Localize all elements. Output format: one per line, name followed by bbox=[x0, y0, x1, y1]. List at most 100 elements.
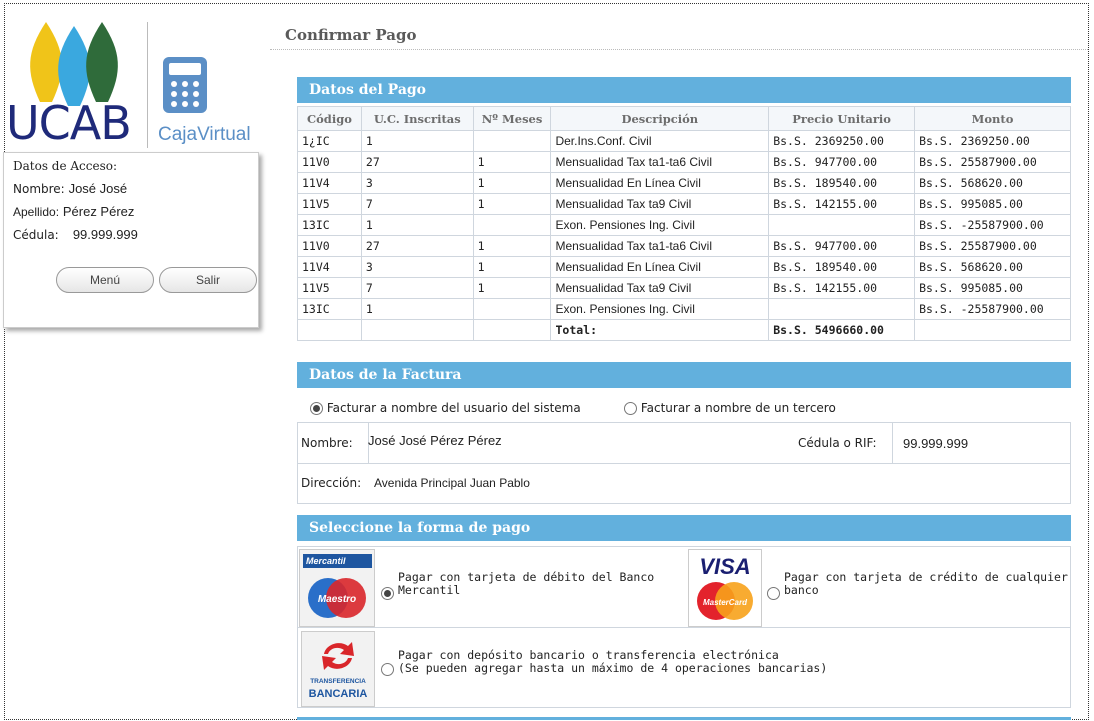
transfer-top-label: TRANSFERENCIA bbox=[310, 678, 366, 685]
cell-months: 1 bbox=[472, 172, 552, 194]
mercantil-maestro-logo-icon: Mercantil Maestro bbox=[299, 549, 375, 627]
cell-unit: Bs.S. 142155.00 bbox=[768, 277, 916, 299]
cell-desc: Der.Ins.Conf. Civil bbox=[550, 130, 770, 152]
cedula-label: Cédula: bbox=[13, 228, 59, 242]
exit-button[interactable]: Salir bbox=[159, 267, 257, 293]
ucab-wordmark: UCAB bbox=[6, 96, 132, 150]
col-header-descripcion: Descripción bbox=[550, 106, 770, 131]
cell-months bbox=[472, 214, 552, 236]
cell-amount: Bs.S. 568620.00 bbox=[914, 256, 1071, 278]
cell-unit: Bs.S. 947700.00 bbox=[768, 151, 916, 173]
cell-code: 1¿IC bbox=[297, 130, 362, 152]
invoice-option-third-label: Facturar a nombre de un tercero bbox=[640, 401, 836, 415]
radio-self[interactable] bbox=[310, 402, 323, 415]
cell-uc: 27 bbox=[360, 151, 474, 173]
invoice-nombre-label: Nombre: bbox=[301, 436, 353, 450]
title-divider bbox=[270, 49, 1088, 50]
col-header-uc: U.C. Inscritas bbox=[360, 106, 474, 131]
table-row: 11V5 7 1 Mensualidad Tax ta9 Civil Bs.S. 142… bbox=[297, 277, 1071, 299]
cell-uc: 1 bbox=[360, 298, 474, 320]
bottom-divider bbox=[297, 717, 1071, 720]
invoice-direccion-value: Avenida Principal Juan Pablo bbox=[374, 476, 530, 490]
invoice-cedula-value: 99.999.999 bbox=[903, 436, 969, 451]
radio-credit[interactable] bbox=[767, 583, 780, 602]
cell-months: 1 bbox=[472, 235, 552, 257]
col-header-monto: Monto bbox=[914, 106, 1071, 131]
cell-uc: 1 bbox=[360, 214, 474, 236]
invoice-nombre-value: José José Pérez Pérez bbox=[368, 433, 502, 448]
logo-divider bbox=[147, 22, 148, 148]
total-label: Total: bbox=[550, 319, 770, 341]
maestro-circles-icon: Maestro bbox=[308, 578, 366, 618]
radio-debit[interactable] bbox=[381, 583, 394, 602]
invoice-option-self-label: Facturar a nombre del usuario del sistem… bbox=[326, 401, 581, 415]
table-row: 11V5 7 1 Mensualidad Tax ta9 Civil Bs.S. 142… bbox=[297, 193, 1071, 215]
cell-amount: Bs.S. 25587900.00 bbox=[914, 151, 1071, 173]
cell-unit: Bs.S. 142155.00 bbox=[768, 193, 916, 215]
cell-uc: 7 bbox=[360, 193, 474, 215]
mastercard-text: MasterCard bbox=[703, 598, 748, 607]
payment-methods: Mercantil Maestro Pagar con tarjeta de d… bbox=[297, 546, 1071, 708]
cell-amount: Bs.S. 2369250.00 bbox=[914, 130, 1071, 152]
access-nombre-row: Nombre: José José bbox=[13, 181, 127, 196]
cell-code: 11V5 bbox=[297, 193, 362, 215]
cell-code: 11V0 bbox=[297, 151, 362, 173]
cell-amount: Bs.S. -25587900.00 bbox=[914, 298, 1071, 320]
calculator-icon bbox=[163, 57, 207, 113]
payments-table: Código U.C. Inscritas Nº Meses Descripci… bbox=[297, 106, 1071, 341]
table-row: 13IC 1 Exon. Pensiones Ing. Civil Bs.S. -25… bbox=[297, 298, 1071, 320]
cell-desc: Mensualidad Tax ta9 Civil bbox=[550, 277, 770, 299]
cell-code: 11V4 bbox=[297, 172, 362, 194]
table-row: 11V4 3 1 Mensualidad En Línea Civil Bs.S. 18… bbox=[297, 172, 1071, 194]
visa-mastercard-logo-icon: VISA MasterCard bbox=[688, 549, 762, 627]
cell-amount: Bs.S. 995085.00 bbox=[914, 277, 1071, 299]
section-payment-data: Datos del Pago bbox=[297, 77, 1071, 103]
cell-uc: 7 bbox=[360, 277, 474, 299]
cell-code: 11V0 bbox=[297, 235, 362, 257]
table-row: 11V0 27 1 Mensualidad Tax ta1-ta6 Civil Bs.S… bbox=[297, 151, 1071, 173]
transfer-option-text[interactable]: Pagar con depósito bancario o transferen… bbox=[398, 649, 827, 675]
transfer-logo-icon: TRANSFERENCIA BANCARIA bbox=[301, 631, 375, 707]
cell-desc: Mensualidad Tax ta1-ta6 Civil bbox=[550, 151, 770, 173]
cell-amount: Bs.S. -25587900.00 bbox=[914, 214, 1071, 236]
cell-uc: 3 bbox=[360, 172, 474, 194]
cell-amount: Bs.S. 995085.00 bbox=[914, 193, 1071, 215]
invoice-direccion-label: Dirección: bbox=[301, 476, 362, 490]
page-title: Confirmar Pago bbox=[285, 26, 417, 44]
radio-third[interactable] bbox=[624, 402, 637, 415]
cell-code: 11V4 bbox=[297, 256, 362, 278]
cell-months: 1 bbox=[472, 193, 552, 215]
transfer-bottom-label: BANCARIA bbox=[308, 688, 368, 700]
cell-uc: 1 bbox=[360, 130, 474, 152]
total-value: Bs.S. 5496660.00 bbox=[768, 319, 916, 341]
cell-desc: Mensualidad En Línea Civil bbox=[550, 256, 770, 278]
col-header-precio: Precio Unitario bbox=[768, 106, 916, 131]
cell-months bbox=[472, 130, 552, 152]
cell-desc: Exon. Pensiones Ing. Civil bbox=[550, 298, 770, 320]
credit-option-text[interactable]: Pagar con tarjeta de crédito de cualquie… bbox=[784, 571, 1068, 597]
menu-button[interactable]: Menú bbox=[56, 267, 154, 293]
cell-months: 1 bbox=[472, 277, 552, 299]
radio-transfer[interactable] bbox=[381, 659, 394, 678]
table-row: 1¿IC 1 Der.Ins.Conf. Civil Bs.S. 2369250.00… bbox=[297, 130, 1071, 152]
access-cedula-row: Cédula: 99.999.999 bbox=[13, 227, 138, 242]
col-header-codigo: Código bbox=[297, 106, 362, 131]
invoice-details: Nombre: José José Pérez Pérez Cédula o R… bbox=[297, 422, 1071, 504]
invoice-option-third[interactable]: Facturar a nombre de un tercero bbox=[624, 401, 836, 415]
debit-option-text[interactable]: Pagar con tarjeta de débito del Banco Me… bbox=[398, 571, 654, 597]
cell-code: 11V5 bbox=[297, 277, 362, 299]
invoice-cedula-label: Cédula o RIF: bbox=[798, 436, 877, 450]
invoice-option-self[interactable]: Facturar a nombre del usuario del sistem… bbox=[310, 401, 581, 415]
transfer-line-2: (Se pueden agregar hasta un máximo de 4 … bbox=[398, 661, 828, 675]
cedula-value: 99.999.999 bbox=[72, 227, 138, 242]
cell-amount: Bs.S. 568620.00 bbox=[914, 172, 1071, 194]
cell-uc: 27 bbox=[360, 235, 474, 257]
table-row: 11V4 3 1 Mensualidad En Línea Civil Bs.S. 18… bbox=[297, 256, 1071, 278]
table-row: 13IC 1 Exon. Pensiones Ing. Civil Bs.S. -25… bbox=[297, 214, 1071, 236]
mastercard-circles-icon: MasterCard bbox=[697, 582, 753, 620]
apellido-label: Apellido: bbox=[13, 205, 60, 219]
section-payment-method: Seleccione la forma de pago bbox=[297, 515, 1071, 541]
credit-line-2: banco bbox=[784, 583, 819, 597]
apellido-value: Pérez Pérez bbox=[62, 204, 135, 219]
cell-unit bbox=[768, 298, 916, 320]
